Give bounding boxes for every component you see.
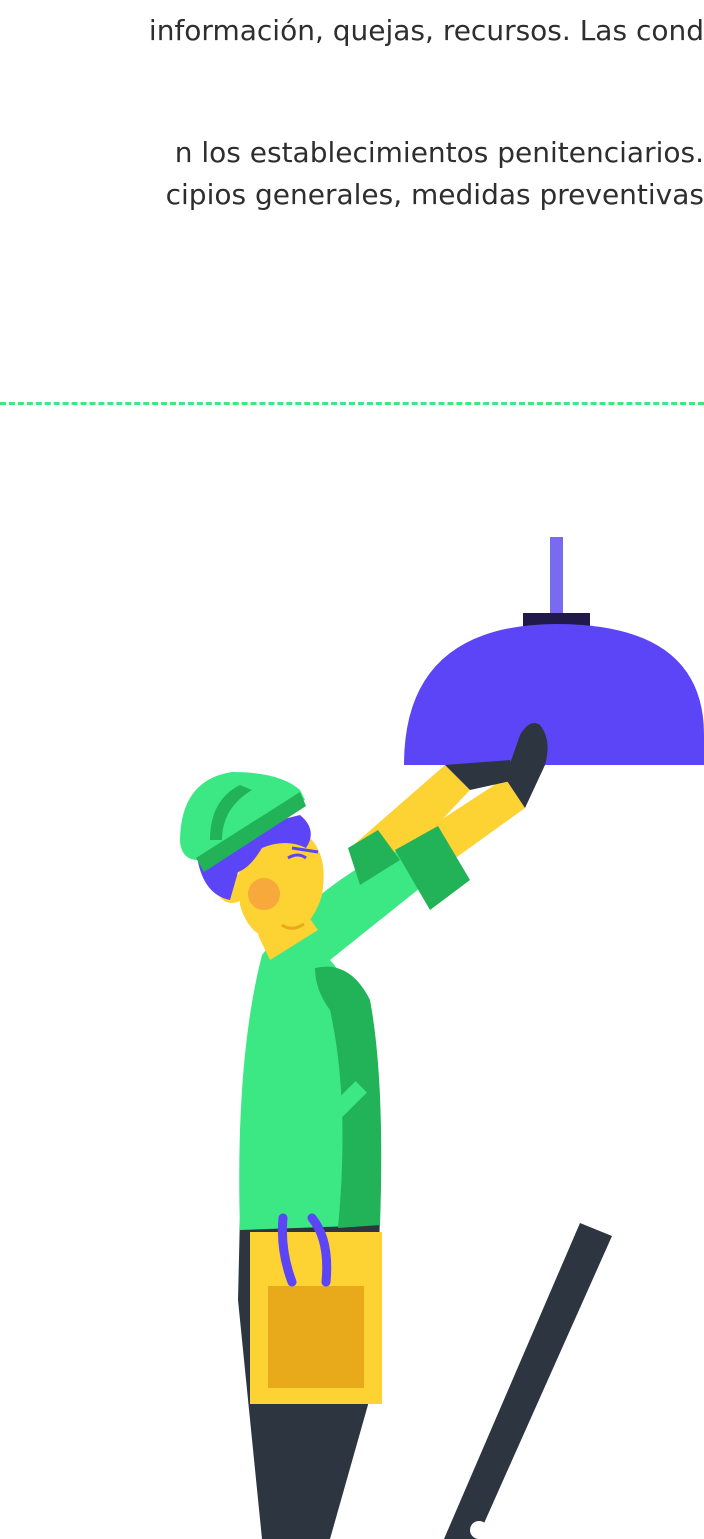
worker bbox=[180, 722, 548, 1539]
worker-cheek bbox=[248, 878, 280, 910]
lamp-rod bbox=[550, 537, 563, 615]
worker-lamp-illustration bbox=[180, 537, 704, 1539]
page: información, quejas, recursos. Las cond … bbox=[0, 0, 704, 1539]
ladder-bolt bbox=[470, 1521, 488, 1539]
lamp-shade bbox=[404, 624, 704, 765]
tool-bag-pocket bbox=[268, 1286, 364, 1388]
ladder bbox=[444, 1223, 612, 1539]
ceiling-lamp bbox=[404, 537, 704, 765]
ladder-rail bbox=[444, 1223, 612, 1539]
